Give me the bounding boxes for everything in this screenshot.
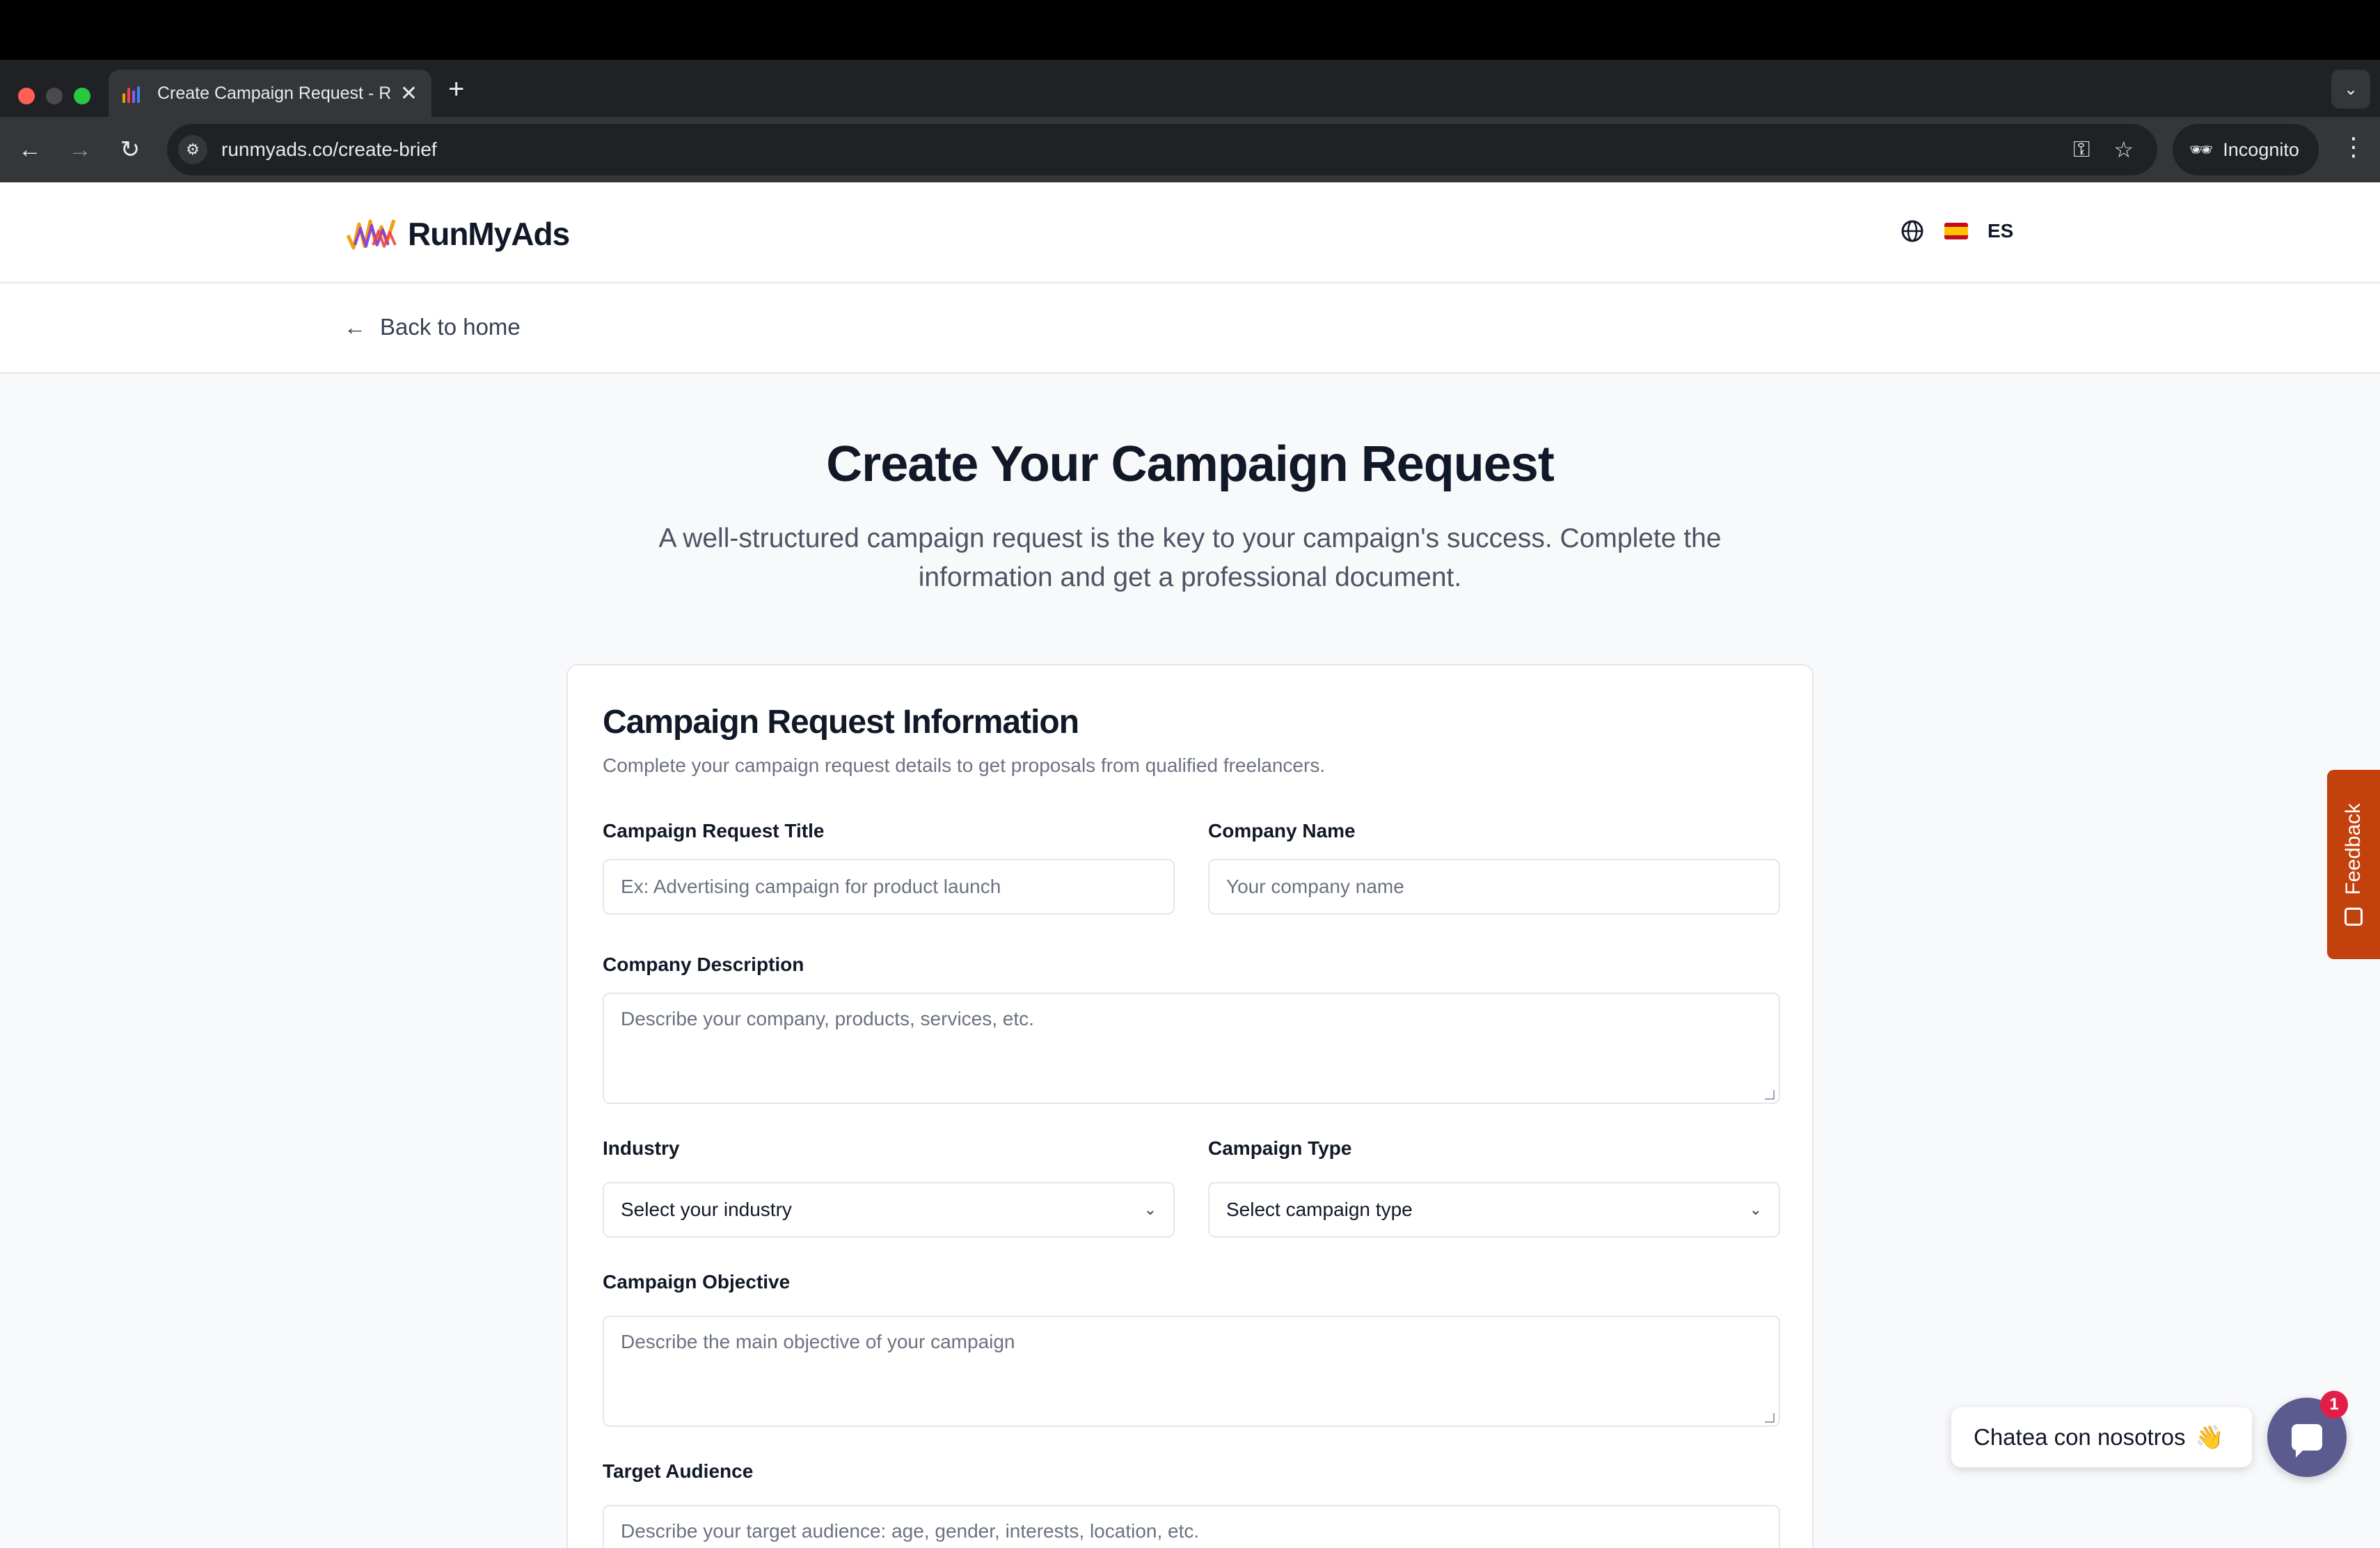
industry-select-value: Select your industry xyxy=(621,1199,792,1220)
globe-icon xyxy=(1901,220,1923,242)
request-title-label: Campaign Request Title xyxy=(603,820,825,842)
incognito-label: Incognito xyxy=(2223,139,2299,160)
company-description-textarea[interactable]: Describe your company, products, service… xyxy=(603,993,1780,1104)
url-text[interactable]: runmyads.co/create-brief xyxy=(221,139,2073,161)
address-bar[interactable]: ⚙ runmyads.co/create-brief ⚿ ☆ xyxy=(167,124,2157,175)
company-name-label: Company Name xyxy=(1208,820,1356,842)
chat-prompt-text: Chatea con nosotros xyxy=(1974,1424,2186,1450)
target-audience-label: Target Audience xyxy=(603,1460,754,1482)
campaign-request-form-card: Campaign Request Information Complete yo… xyxy=(566,664,1814,1548)
request-title-placeholder: Ex: Advertising campaign for product lau… xyxy=(621,876,1001,897)
target-audience-textarea[interactable]: Describe your target audience: age, gend… xyxy=(603,1505,1780,1548)
back-to-home-link[interactable]: ← Back to home xyxy=(344,314,521,340)
company-description-label: Company Description xyxy=(603,954,804,975)
resize-handle-icon[interactable] xyxy=(1765,1090,1775,1100)
spain-flag-icon xyxy=(1944,223,1968,239)
active-tab[interactable]: Create Campaign Request - R ✕ xyxy=(109,70,431,117)
page-title: Create Your Campaign Request xyxy=(826,436,1555,492)
feedback-smile-icon xyxy=(2345,907,2363,926)
brand-name: RunMyAds xyxy=(408,216,570,252)
industry-label: Industry xyxy=(603,1137,680,1159)
tab-title: Create Campaign Request - R xyxy=(157,83,392,103)
tab-search-button[interactable]: ⌄ xyxy=(2331,70,2370,109)
back-button[interactable]: ← xyxy=(14,134,46,166)
browser-menu-icon[interactable]: ⋮ xyxy=(2341,132,2366,161)
company-name-input[interactable]: Your company name xyxy=(1208,859,1780,915)
new-tab-button[interactable]: + xyxy=(448,74,464,105)
campaign-type-select[interactable]: Select campaign type ⌄ xyxy=(1208,1182,1780,1238)
browser-tab-strip: Create Campaign Request - R ✕ + ⌄ xyxy=(0,60,2380,117)
chat-prompt-bubble[interactable]: Chatea con nosotros 👋 xyxy=(1951,1407,2252,1467)
site-header: RunMyAds ES xyxy=(0,182,2380,283)
industry-select[interactable]: Select your industry ⌄ xyxy=(603,1182,1175,1238)
form-subtitle: Complete your campaign request details t… xyxy=(603,755,1326,776)
page-subtitle: A well-structured campaign request is th… xyxy=(658,523,1722,592)
logo-mark-icon xyxy=(346,219,397,250)
minimize-window-button[interactable] xyxy=(46,88,63,104)
objective-textarea[interactable]: Describe the main objective of your camp… xyxy=(603,1316,1780,1427)
incognito-icon: 🕶 xyxy=(2189,139,2214,160)
arrow-left-icon: ← xyxy=(18,136,42,163)
browser-toolbar: ← → ↻ ⚙ runmyads.co/create-brief ⚿ ☆ 🕶 I… xyxy=(0,117,2380,182)
resize-handle-icon[interactable] xyxy=(1765,1413,1775,1423)
chat-icon xyxy=(2292,1424,2322,1458)
campaign-type-label: Campaign Type xyxy=(1208,1137,1352,1159)
site-settings-icon[interactable]: ⚙ xyxy=(178,135,207,164)
close-window-button[interactable] xyxy=(18,88,35,104)
feedback-label: Feedback xyxy=(2342,803,2365,895)
company-name-placeholder: Your company name xyxy=(1226,876,1404,897)
chevron-down-icon: ⌄ xyxy=(2343,79,2358,99)
unread-count-badge: 1 xyxy=(2320,1391,2348,1419)
waving-hand-icon: 👋 xyxy=(2195,1423,2224,1450)
incognito-indicator[interactable]: 🕶 Incognito xyxy=(2173,124,2319,175)
key-icon[interactable]: ⚿ xyxy=(2073,136,2090,163)
arrow-right-icon: → xyxy=(68,136,92,163)
maximize-window-button[interactable] xyxy=(74,88,90,104)
campaign-type-select-value: Select campaign type xyxy=(1226,1199,1413,1220)
brand-logo[interactable]: RunMyAds xyxy=(345,214,570,253)
objective-label: Campaign Objective xyxy=(603,1271,791,1293)
favicon-icon xyxy=(122,84,145,103)
feedback-tab[interactable]: Feedback xyxy=(2327,770,2380,959)
reload-button[interactable]: ↻ xyxy=(114,134,146,166)
request-title-input[interactable]: Ex: Advertising campaign for product lau… xyxy=(603,859,1175,915)
chevron-down-icon: ⌄ xyxy=(1749,1201,1762,1218)
target-audience-placeholder: Describe your target audience: age, gend… xyxy=(621,1520,1200,1542)
back-to-home-label: Back to home xyxy=(380,314,521,340)
close-tab-icon[interactable]: ✕ xyxy=(400,81,418,106)
reload-icon: ↻ xyxy=(120,136,141,163)
objective-placeholder: Describe the main objective of your camp… xyxy=(621,1331,1015,1352)
language-switcher[interactable]: ES xyxy=(1900,219,2013,244)
bookmark-star-icon[interactable]: ☆ xyxy=(2113,136,2134,163)
back-navigation-bar: ← Back to home xyxy=(0,283,2380,374)
arrow-left-icon: ← xyxy=(344,314,366,340)
forward-button[interactable]: → xyxy=(64,134,96,166)
company-description-placeholder: Describe your company, products, service… xyxy=(621,1008,1034,1029)
language-code: ES xyxy=(1988,220,2014,242)
chevron-down-icon: ⌄ xyxy=(1143,1201,1157,1218)
form-title: Campaign Request Information xyxy=(603,704,1079,741)
os-menu-bar xyxy=(0,0,2380,60)
